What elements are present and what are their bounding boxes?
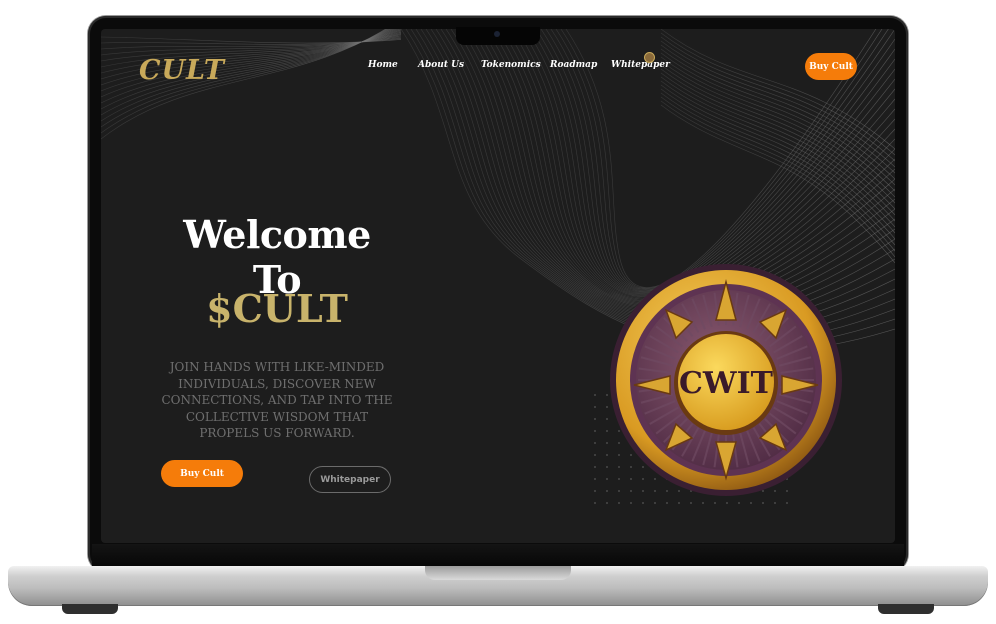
whitepaper-badge-icon	[644, 52, 655, 63]
grid-dot	[630, 502, 632, 504]
site-logo[interactable]: CULT	[139, 55, 225, 86]
grid-dot	[594, 454, 596, 456]
grid-dot	[786, 502, 788, 504]
cult-coin-image: CWIT	[610, 264, 842, 496]
header-buy-button[interactable]: Buy Cult	[805, 53, 857, 80]
grid-dot	[762, 502, 764, 504]
grid-dot	[666, 502, 668, 504]
grid-dot	[594, 394, 596, 396]
grid-dot	[726, 502, 728, 504]
laptop-foot-left	[62, 604, 118, 614]
coin-label: CWIT	[679, 366, 774, 401]
grid-dot	[594, 466, 596, 468]
nav-about-us[interactable]: About Us	[418, 60, 464, 70]
hero-whitepaper-button[interactable]: Whitepaper	[309, 466, 391, 493]
grid-dot	[774, 502, 776, 504]
grid-dot	[714, 502, 716, 504]
grid-dot	[618, 502, 620, 504]
grid-dot	[738, 502, 740, 504]
grid-dot	[594, 478, 596, 480]
grid-dot	[606, 502, 608, 504]
laptop-opening-groove	[425, 566, 571, 580]
hero-description: JOIN HANDS WITH LIKE-MINDED INDIVIDUALS,…	[161, 360, 393, 440]
grid-dot	[594, 430, 596, 432]
grid-dot	[642, 502, 644, 504]
laptop-screen: CULT Home About Us Tokenomics Roadmap Wh…	[101, 29, 895, 543]
nav-tokenomics[interactable]: Tokenomics	[481, 60, 541, 70]
grid-dot	[594, 442, 596, 444]
grid-dot	[594, 418, 596, 420]
hero-buy-button[interactable]: Buy Cult	[161, 460, 243, 487]
grid-dot	[678, 502, 680, 504]
grid-dot	[654, 502, 656, 504]
nav-whitepaper[interactable]: Whitepaper	[611, 60, 670, 70]
grid-dot	[594, 406, 596, 408]
grid-dot	[594, 502, 596, 504]
grid-dot	[750, 502, 752, 504]
laptop-chin	[92, 544, 904, 566]
hero-ticker: $CULT	[206, 286, 348, 331]
laptop-foot-right	[878, 604, 934, 614]
grid-dot	[690, 502, 692, 504]
nav-roadmap[interactable]: Roadmap	[550, 60, 597, 70]
grid-dot	[702, 502, 704, 504]
nav-home[interactable]: Home	[368, 60, 398, 70]
camera-icon	[494, 31, 500, 37]
grid-dot	[594, 490, 596, 492]
